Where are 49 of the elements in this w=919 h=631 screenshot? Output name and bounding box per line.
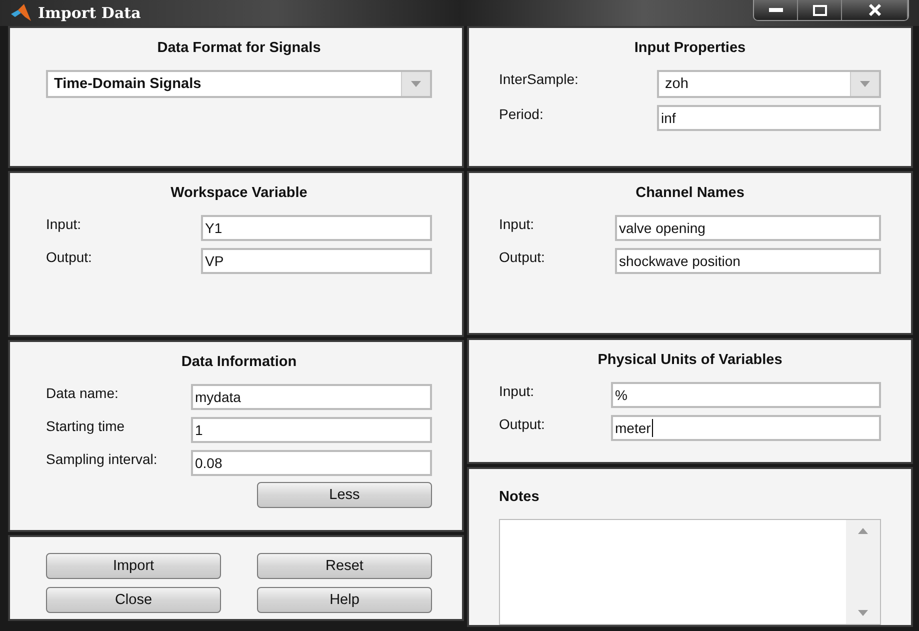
input-field[interactable]: 0.08 xyxy=(191,450,432,476)
dialog-button[interactable]: Close xyxy=(46,587,221,613)
notes-field[interactable] xyxy=(499,519,881,625)
input-field[interactable]: meter xyxy=(611,415,881,441)
field-label: Output: xyxy=(499,415,546,432)
field-label: Output: xyxy=(499,248,546,265)
panel-title: Workspace Variable xyxy=(170,185,308,201)
window-title: Import Data xyxy=(38,4,142,22)
caret-icon xyxy=(411,81,421,87)
input-field[interactable]: inf xyxy=(657,105,881,131)
field-label: Input: xyxy=(499,382,536,399)
close-button[interactable] xyxy=(842,0,908,20)
dropdown[interactable]: Time-Domain Signals xyxy=(46,70,432,98)
scroll-up-icon[interactable] xyxy=(858,528,868,534)
panel-title: Input Properties xyxy=(633,40,747,56)
app-logo-icon xyxy=(10,3,32,23)
scrollbar[interactable] xyxy=(846,520,880,624)
input-field[interactable]: shockwave position xyxy=(615,248,881,274)
dialog-button[interactable]: Import xyxy=(46,553,221,579)
dialog-button[interactable]: Help xyxy=(257,587,432,613)
less-button[interactable]: Less xyxy=(257,482,432,508)
panel-title: Data Format for Signals xyxy=(156,40,322,56)
minimize-button[interactable] xyxy=(754,0,798,20)
field-label: Data name: xyxy=(46,384,120,401)
maximize-icon xyxy=(812,4,826,16)
caret-icon xyxy=(860,81,870,87)
maximize-button[interactable] xyxy=(798,0,842,20)
close-icon xyxy=(868,4,882,16)
panel-title: Channel Names xyxy=(634,185,746,201)
input-field[interactable]: VP xyxy=(201,248,432,274)
field-label: InterSample: xyxy=(499,70,580,87)
dropdown[interactable]: zoh xyxy=(657,70,881,98)
minimize-icon xyxy=(768,8,782,12)
field-label: Input: xyxy=(46,215,82,232)
field-label: Starting time xyxy=(46,417,126,434)
field-label: Input: xyxy=(499,215,536,232)
input-field[interactable]: valve opening xyxy=(615,215,881,241)
panel-title: Data Information xyxy=(180,354,298,370)
input-field[interactable]: % xyxy=(611,382,881,408)
field-label: Sampling interval: xyxy=(46,450,158,467)
dialog-button[interactable]: Reset xyxy=(257,553,432,579)
field-label: Period: xyxy=(499,105,544,122)
input-field[interactable]: mydata xyxy=(191,384,432,410)
field-label: Output: xyxy=(46,248,93,265)
input-field[interactable]: 1 xyxy=(191,417,432,443)
panel-title: Notes xyxy=(499,489,540,505)
input-field[interactable]: Y1 xyxy=(201,215,432,241)
scroll-down-icon[interactable] xyxy=(858,610,868,616)
panel-title: Physical Units of Variables xyxy=(596,352,784,368)
